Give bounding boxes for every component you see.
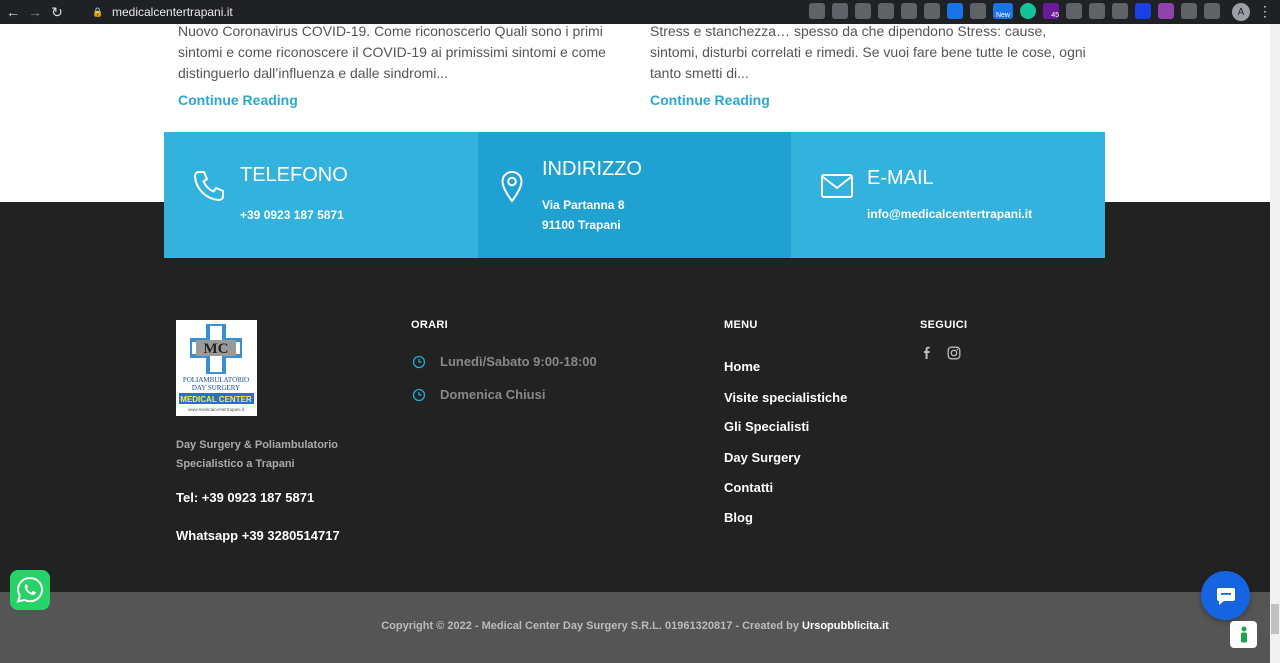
chat-button[interactable] [1201,571,1250,620]
description-line: Specialistico a Trapani [176,458,295,470]
lock-icon: 🔒 [92,7,104,17]
whatsapp-icon [16,576,44,603]
copyright-text: Copyright © 2022 - Medical Center Day Su… [0,620,1270,632]
contact-band: TELEFONO +39 0923 187 5871 INDIRIZZO Via… [164,132,1105,258]
location-pin-icon [501,170,523,203]
email-title: E-MAIL [867,167,934,189]
address-line: 91100 Trapani [542,218,621,232]
logo: MC POLIAMBULATORIO DAY SURGERY MEDICAL C… [176,320,257,416]
svg-text:DAY SURGERY: DAY SURGERY [192,384,240,392]
count-badge: 45 [1051,12,1059,19]
puzzle-icon[interactable] [1181,3,1197,19]
svg-text:MC: MC [204,341,229,357]
kebab-menu-icon[interactable]: ⋮ [1258,4,1272,18]
scrollbar-thumb[interactable] [1271,604,1279,634]
menu-item-contatti[interactable]: Contatti [724,480,773,495]
extension-icon[interactable] [901,3,917,19]
copyright-bar: Copyright © 2022 - Medical Center Day Su… [0,592,1280,663]
extension-icon[interactable] [1066,3,1082,19]
phone-value[interactable]: +39 0923 187 5871 [240,205,344,225]
clock-icon [412,355,426,368]
svg-text:MEDICAL CENTER: MEDICAL CENTER [180,395,252,404]
sidepanel-icon[interactable] [1204,3,1220,19]
footer: MC POLIAMBULATORIO DAY SURGERY MEDICAL C… [0,202,1280,592]
url-text: medicalcentertrapani.it [112,5,233,19]
whatsapp-button[interactable] [10,570,50,610]
blog-excerpt: Stress e stanchezza… spesso da che dipen… [650,23,1086,81]
extension-badge-icon[interactable]: 45 [1043,3,1059,19]
back-icon[interactable]: ← [4,3,22,21]
orari-item: Lunedì/Sabato 9:00-18:00 [412,354,597,369]
footer-description: Day Surgery & Poliambulatorio Specialist… [176,436,376,474]
camera-icon[interactable] [970,3,986,19]
menu-item-home[interactable]: Home [724,359,760,374]
feather-icon[interactable] [1158,3,1174,19]
extension-icon[interactable] [924,3,940,19]
new-badge: New [995,12,1010,19]
orari-text: Lunedì/Sabato 9:00-18:00 [440,354,597,369]
extensions-bar: New 45 [809,3,1220,19]
contact-address: INDIRIZZO Via Partanna 8 91100 Trapani [478,132,791,258]
menu-item-day-surgery[interactable]: Day Surgery [724,450,801,465]
description-line: Day Surgery & Poliambulatorio [176,439,338,451]
address-line: Via Partanna 8 [542,198,625,212]
footer-whatsapp[interactable]: Whatsapp +39 3280514717 [176,528,340,543]
svg-text:POLIAMBULATORIO: POLIAMBULATORIO [183,376,249,384]
svg-text:www.medicalcentertrapani.it: www.medicalcentertrapani.it [188,407,245,412]
video-icon[interactable] [1135,3,1151,19]
clock-icon [412,388,426,401]
grammarly-icon[interactable] [1020,3,1036,19]
extension-new-icon[interactable]: New [993,3,1013,19]
credit-link[interactable]: Ursopubblicita.it [802,620,889,632]
orari-text: Domenica Chiusi [440,387,546,402]
bookmark-star-icon[interactable] [855,3,871,19]
forward-icon[interactable]: → [26,3,44,21]
extension-icon[interactable] [947,3,963,19]
menu-heading: MENU [724,319,758,331]
continue-reading-link[interactable]: Continue Reading [650,92,770,108]
menu-item-visite[interactable]: Visite specialistiche [724,390,847,405]
extension-icon[interactable] [878,3,894,19]
address-title: INDIRIZZO [542,158,642,180]
instagram-icon[interactable] [947,346,961,360]
mail-icon [821,174,853,198]
chat-icon [1216,587,1235,605]
contact-email: E-MAIL info@medicalcentertrapani.it [791,132,1105,258]
seguici-heading: SEGUICI [920,319,968,331]
phone-title: TELEFONO [240,164,348,186]
share-icon[interactable] [832,3,848,19]
menu-item-specialisti[interactable]: Gli Specialisti [724,419,809,434]
orari-heading: ORARI [411,319,448,331]
accessibility-button[interactable] [1230,621,1257,648]
pen-icon[interactable] [1112,3,1128,19]
orari-item: Domenica Chiusi [412,387,545,402]
reload-icon[interactable]: ↻ [48,3,66,21]
extension-icon[interactable] [1089,3,1105,19]
continue-reading-link[interactable]: Continue Reading [178,92,298,108]
figure-icon [1240,626,1247,642]
blog-excerpt: Nuovo Coronavirus COVID-19. Come riconos… [178,23,606,81]
profile-avatar[interactable]: A [1232,3,1250,21]
phone-icon [194,171,224,201]
facebook-icon[interactable] [920,346,934,360]
email-value[interactable]: info@medicalcentertrapani.it [867,204,1032,224]
copyright-label: Copyright © 2022 - Medical Center Day Su… [381,620,802,632]
translate-icon[interactable] [809,3,825,19]
contact-phone: TELEFONO +39 0923 187 5871 [164,132,478,258]
menu-item-blog[interactable]: Blog [724,510,753,525]
footer-tel[interactable]: Tel: +39 0923 187 5871 [176,490,314,505]
page-scrollbar[interactable] [1270,24,1280,663]
logo-image: MC POLIAMBULATORIO DAY SURGERY MEDICAL C… [176,320,257,416]
